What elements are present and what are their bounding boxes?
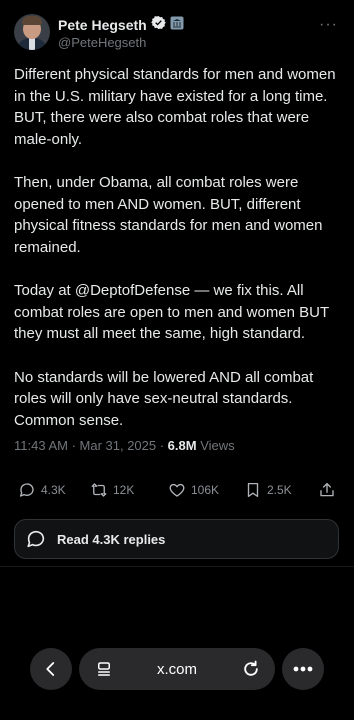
post-header: Pete Hegseth @PeteHegseth ···	[14, 14, 340, 54]
back-button[interactable]	[30, 648, 72, 690]
views-count: 6.8M	[167, 438, 197, 453]
reply-icon	[19, 483, 34, 497]
more-dots-icon[interactable]: ···	[319, 16, 338, 34]
author-handle[interactable]: @PeteHegseth	[58, 35, 146, 50]
more-dots-icon	[293, 666, 313, 672]
author-name[interactable]: Pete Hegseth	[58, 17, 147, 33]
bookmark-count: 2.5K	[267, 483, 292, 497]
chevron-left-icon	[46, 662, 55, 676]
bookmark-button[interactable]: 2.5K	[244, 481, 292, 499]
post-text: Different physical standards for men and…	[14, 64, 344, 453]
bookmark-icon	[247, 482, 259, 498]
reply-button[interactable]: 4.3K	[18, 481, 66, 499]
read-replies-button[interactable]: Read 4.3K replies	[14, 519, 339, 559]
post-paragraph: No standards will be lowered AND all com…	[14, 368, 318, 429]
post-meta: 11:43 AM · Mar 31, 2025 · 6.8M Views	[14, 438, 235, 453]
reply-count: 4.3K	[41, 483, 66, 497]
post-paragraph: Today at @DeptofDefense — we fix this. A…	[14, 282, 334, 342]
address-bar[interactable]: x.com	[79, 648, 275, 690]
like-count: 106K	[191, 483, 220, 497]
divider	[0, 566, 354, 567]
repost-icon	[91, 483, 107, 497]
share-icon	[320, 482, 334, 497]
gov-affiliation-icon	[170, 16, 184, 35]
read-replies-label: Read 4.3K replies	[57, 531, 166, 547]
browser-menu-button[interactable]	[282, 648, 324, 690]
author-name-row[interactable]: Pete Hegseth	[58, 15, 184, 35]
heart-icon	[169, 483, 185, 497]
reload-icon[interactable]	[241, 659, 261, 679]
post-paragraph: Then, under Obama, all combat roles were…	[14, 174, 327, 256]
post-paragraph: Different physical standards for men and…	[14, 66, 340, 148]
browser-toolbar: x.com	[0, 640, 354, 700]
share-button[interactable]	[318, 481, 336, 499]
like-button[interactable]: 106K	[168, 481, 219, 499]
verified-badge-icon	[150, 15, 166, 35]
reply-icon	[27, 530, 45, 548]
repost-count: 12K	[113, 483, 135, 497]
post-timestamp[interactable]: 11:43 AM · Mar 31, 2025 ·	[14, 438, 168, 453]
action-bar: 4.3K 12K 106K 2.5K	[18, 481, 338, 503]
repost-button[interactable]: 12K	[90, 481, 134, 499]
avatar[interactable]	[14, 14, 50, 50]
views-label: Views	[196, 438, 235, 453]
